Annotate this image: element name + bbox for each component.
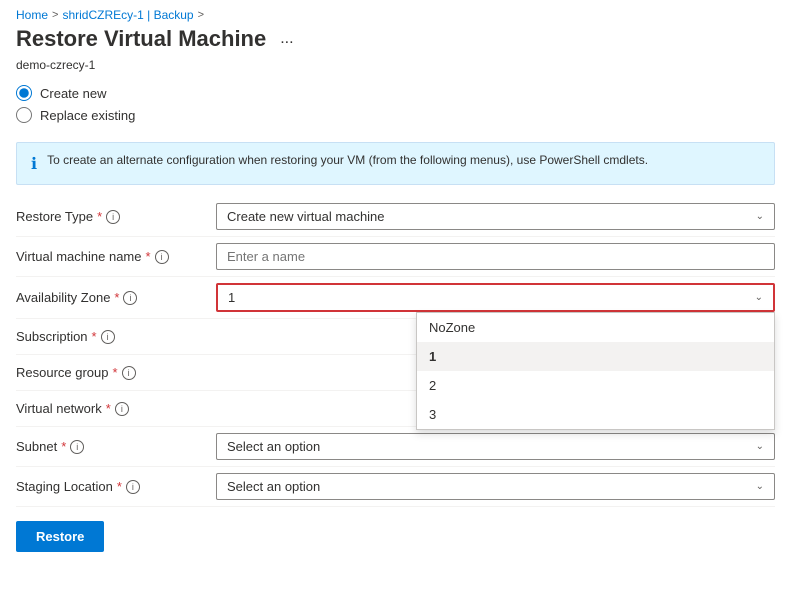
availability-zone-info-icon[interactable]: i (123, 291, 137, 305)
required-asterisk-rg: * (113, 365, 118, 380)
staging-location-value: Select an option (227, 479, 320, 494)
availability-zone-control: 1 ⌄ NoZone 1 2 3 (216, 283, 775, 312)
virtual-network-info-icon[interactable]: i (115, 402, 129, 416)
info-banner-text: To create an alternate configuration whe… (47, 153, 648, 167)
info-banner: ℹ To create an alternate configuration w… (16, 142, 775, 185)
radio-group: Create new Replace existing (0, 80, 791, 134)
required-asterisk-az: * (114, 290, 119, 305)
staging-location-label: Staging Location * i (16, 479, 216, 494)
staging-location-chevron: ⌄ (756, 481, 764, 492)
restore-type-dropdown[interactable]: Create new virtual machine ⌄ (216, 203, 775, 230)
az-option-3[interactable]: 3 (417, 400, 774, 429)
subscription-label: Subscription * i (16, 329, 216, 344)
page-header: Restore Virtual Machine ... (0, 26, 791, 58)
breadcrumb-home[interactable]: Home (16, 8, 48, 22)
radio-create-new-input[interactable] (16, 85, 32, 101)
subnet-control: Select an option ⌄ (216, 433, 775, 460)
subnet-label: Subnet * i (16, 439, 216, 454)
az-option-1[interactable]: 1 (417, 342, 774, 371)
vm-name-control (216, 243, 775, 270)
resource-group-info-icon[interactable]: i (122, 366, 136, 380)
resource-group-label: Resource group * i (16, 365, 216, 380)
required-asterisk-sl: * (117, 479, 122, 494)
subnet-value: Select an option (227, 439, 320, 454)
staging-location-info-icon[interactable]: i (126, 480, 140, 494)
availability-zone-label: Availability Zone * i (16, 290, 216, 305)
page-title: Restore Virtual Machine (16, 26, 266, 52)
radio-create-new-label: Create new (40, 86, 106, 101)
radio-replace-existing-input[interactable] (16, 107, 32, 123)
restore-type-label: Restore Type * i (16, 209, 216, 224)
az-option-2[interactable]: 2 (417, 371, 774, 400)
breadcrumb: Home > shridCZREcy-1 | Backup > (0, 0, 791, 26)
radio-replace-existing[interactable]: Replace existing (16, 104, 775, 126)
vm-name-input[interactable] (216, 243, 775, 270)
availability-zone-menu: NoZone 1 2 3 (416, 312, 775, 430)
form-area: Restore Type * i Create new virtual mach… (0, 197, 791, 507)
availability-zone-value: 1 (228, 290, 235, 305)
subnet-dropdown[interactable]: Select an option ⌄ (216, 433, 775, 460)
sub-label: demo-czrecy-1 (0, 58, 791, 80)
subnet-info-icon[interactable]: i (70, 440, 84, 454)
form-row-vm-name: Virtual machine name * i (16, 237, 775, 277)
breadcrumb-sep-1: > (52, 9, 58, 21)
radio-create-new[interactable]: Create new (16, 82, 775, 104)
availability-zone-chevron: ⌄ (755, 292, 763, 303)
restore-button[interactable]: Restore (16, 521, 104, 552)
breadcrumb-machine[interactable]: shridCZREcy-1 | Backup (62, 8, 193, 22)
form-row-staging-location: Staging Location * i Select an option ⌄ (16, 467, 775, 507)
form-row-availability-zone: Availability Zone * i 1 ⌄ NoZone 1 2 3 (16, 277, 775, 319)
staging-location-control: Select an option ⌄ (216, 473, 775, 500)
restore-type-value: Create new virtual machine (227, 209, 385, 224)
availability-zone-dropdown[interactable]: 1 ⌄ (216, 283, 775, 312)
vm-name-label: Virtual machine name * i (16, 249, 216, 264)
az-option-nozone[interactable]: NoZone (417, 313, 774, 342)
required-asterisk-subnet: * (61, 439, 66, 454)
staging-location-dropdown[interactable]: Select an option ⌄ (216, 473, 775, 500)
radio-replace-existing-label: Replace existing (40, 108, 135, 123)
form-row-restore-type: Restore Type * i Create new virtual mach… (16, 197, 775, 237)
form-row-subnet: Subnet * i Select an option ⌄ (16, 427, 775, 467)
ellipsis-button[interactable]: ... (274, 28, 299, 50)
subscription-info-icon[interactable]: i (101, 330, 115, 344)
virtual-network-label: Virtual network * i (16, 401, 216, 416)
restore-type-info-icon[interactable]: i (106, 210, 120, 224)
required-asterisk-vn: * (106, 401, 111, 416)
required-asterisk: * (97, 209, 102, 224)
required-asterisk-vm: * (146, 249, 151, 264)
restore-type-chevron: ⌄ (756, 211, 764, 222)
breadcrumb-sep-2: > (198, 9, 204, 21)
info-icon: ℹ (31, 154, 37, 174)
required-asterisk-sub: * (92, 329, 97, 344)
subnet-chevron: ⌄ (756, 441, 764, 452)
vm-name-info-icon[interactable]: i (155, 250, 169, 264)
restore-type-control: Create new virtual machine ⌄ (216, 203, 775, 230)
